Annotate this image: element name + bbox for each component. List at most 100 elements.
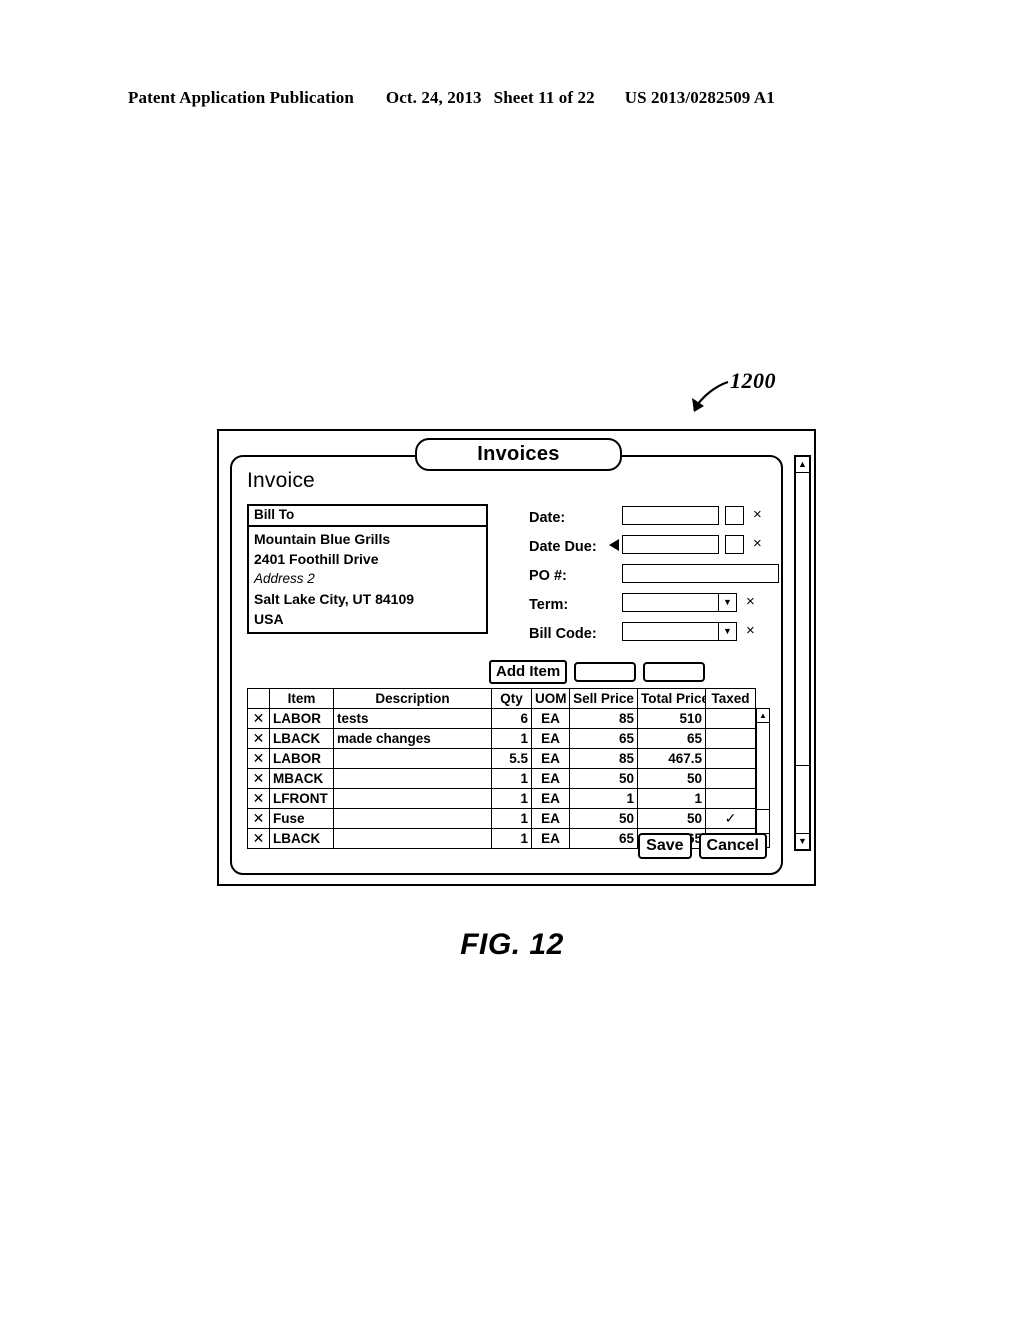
table-scroll-track[interactable] <box>757 723 769 833</box>
scroll-down-arrow-icon[interactable]: ▼ <box>796 833 809 849</box>
cell-uom: EA <box>531 808 570 829</box>
table-header-row: Item Description Qty UOM Sell Price Tota… <box>247 688 756 709</box>
date-clear-icon[interactable]: × <box>753 507 762 523</box>
close-icon[interactable]: ✕ <box>253 730 265 746</box>
save-button[interactable]: Save <box>638 833 692 859</box>
column-header-total-price[interactable]: Total Price <box>637 688 706 709</box>
column-header-qty[interactable]: Qty <box>491 688 532 709</box>
scroll-up-arrow-icon[interactable]: ▲ <box>796 457 809 473</box>
cell-qty: 1 <box>491 788 532 809</box>
column-header-sell-price[interactable]: Sell Price <box>569 688 638 709</box>
term-chevron-down-icon[interactable]: ▼ <box>718 593 737 612</box>
bill-to-line: USA <box>254 611 284 627</box>
page-title: Invoice <box>247 469 315 492</box>
close-icon[interactable]: ✕ <box>253 750 265 766</box>
date-due-input[interactable] <box>622 535 719 554</box>
term-clear-icon[interactable]: × <box>746 594 755 610</box>
bill-to-address-list: Mountain Blue Grills 2401 Foothill Drive… <box>249 527 486 632</box>
cell-sell-price: 50 <box>569 808 638 829</box>
cell-total-price: 50 <box>637 768 706 789</box>
date-due-label: Date Due: <box>529 538 597 555</box>
table-row[interactable]: ✕ LBACK made changes 1 EA 65 65 <box>247 728 756 749</box>
column-header-uom[interactable]: UOM <box>531 688 570 709</box>
publication-label: Patent Application Publication <box>128 88 354 107</box>
bill-code-label: Bill Code: <box>529 625 597 642</box>
tab-invoices-label: Invoices <box>477 443 560 465</box>
cell-description <box>333 788 492 809</box>
table-row[interactable]: ✕ LABOR tests 6 EA 85 510 <box>247 708 756 729</box>
window-vertical-scrollbar[interactable]: ▲ ▼ <box>794 455 811 851</box>
row-delete-button[interactable]: ✕ <box>247 708 270 729</box>
row-delete-button[interactable]: ✕ <box>247 728 270 749</box>
date-input[interactable] <box>622 506 719 525</box>
bill-to-line: Mountain Blue Grills <box>254 531 391 547</box>
items-table-scrollbar[interactable]: ▲ ▼ <box>756 708 770 848</box>
add-item-row: Add Item <box>489 660 706 684</box>
cell-sell-price: 65 <box>569 728 638 749</box>
cell-total-price: 65 <box>637 728 706 749</box>
cancel-button[interactable]: Cancel <box>698 833 767 859</box>
cell-total-price: 467.5 <box>637 748 706 769</box>
add-item-button[interactable]: Add Item <box>489 660 568 684</box>
close-icon[interactable]: ✕ <box>253 790 265 806</box>
row-delete-button[interactable]: ✕ <box>247 788 270 809</box>
column-header-item[interactable]: Item <box>269 688 334 709</box>
cell-item: LABOR <box>269 708 334 729</box>
tab-invoices[interactable]: Invoices <box>415 438 622 471</box>
invoice-window: Invoices ▲ ▼ Invoice Bill To Mountain Bl… <box>217 429 816 886</box>
table-scroll-up-arrow-icon[interactable]: ▲ <box>757 709 769 723</box>
window-scroll-thumb[interactable] <box>796 473 809 766</box>
callout-leader-arrow <box>692 380 729 412</box>
cell-taxed[interactable] <box>705 788 756 809</box>
cell-sell-price: 50 <box>569 768 638 789</box>
table-scroll-thumb[interactable] <box>757 723 769 810</box>
bill-code-clear-icon[interactable]: × <box>746 623 755 639</box>
bill-to-header: Bill To <box>249 506 486 527</box>
cell-taxed[interactable]: ✓ <box>705 808 756 829</box>
cell-total-price: 50 <box>637 808 706 829</box>
cell-item: LFRONT <box>269 788 334 809</box>
row-delete-button[interactable]: ✕ <box>247 828 270 849</box>
close-icon[interactable]: ✕ <box>253 710 265 726</box>
figure-label: FIG. 12 <box>460 928 564 961</box>
column-header-taxed[interactable]: Taxed <box>705 688 756 709</box>
window-scroll-track[interactable] <box>796 473 809 833</box>
table-row[interactable]: ✕ LFRONT 1 EA 1 1 <box>247 788 756 809</box>
cell-taxed[interactable] <box>705 748 756 769</box>
cell-qty: 1 <box>491 808 532 829</box>
date-due-row: Date Due: × <box>529 532 779 561</box>
cell-qty: 6 <box>491 708 532 729</box>
cell-description: made changes <box>333 728 492 749</box>
cell-taxed[interactable] <box>705 708 756 729</box>
date-due-checkbox[interactable] <box>725 535 744 554</box>
row-delete-button[interactable]: ✕ <box>247 808 270 829</box>
bill-code-chevron-down-icon[interactable]: ▼ <box>718 622 737 641</box>
cell-item: LBACK <box>269 728 334 749</box>
cell-total-price: 510 <box>637 708 706 729</box>
column-header-description[interactable]: Description <box>333 688 492 709</box>
invoice-form: Date: × Date Due: × PO #: Term: ▼ × Bill… <box>529 503 779 648</box>
po-number-row: PO #: <box>529 561 779 590</box>
cell-taxed[interactable] <box>705 728 756 749</box>
table-row[interactable]: ✕ MBACK 1 EA 50 50 <box>247 768 756 789</box>
cell-description <box>333 808 492 829</box>
cell-sell-price: 65 <box>569 828 638 849</box>
row-delete-button[interactable]: ✕ <box>247 748 270 769</box>
add-item-field-2[interactable] <box>643 662 706 682</box>
add-item-field-1[interactable] <box>574 662 637 682</box>
table-row[interactable]: ✕ Fuse 1 EA 50 50 ✓ <box>247 808 756 829</box>
row-delete-button[interactable]: ✕ <box>247 768 270 789</box>
close-icon[interactable]: ✕ <box>253 830 265 846</box>
cell-taxed[interactable] <box>705 768 756 789</box>
date-due-clear-icon[interactable]: × <box>753 536 762 552</box>
date-checkbox[interactable] <box>725 506 744 525</box>
close-icon[interactable]: ✕ <box>253 810 265 826</box>
table-row[interactable]: ✕ LABOR 5.5 EA 85 467.5 <box>247 748 756 769</box>
bill-to-line: Salt Lake City, UT 84109 <box>254 591 415 607</box>
cell-uom: EA <box>531 748 570 769</box>
cell-description: tests <box>333 708 492 729</box>
close-icon[interactable]: ✕ <box>253 770 265 786</box>
bill-to-panel[interactable]: Bill To Mountain Blue Grills 2401 Foothi… <box>247 504 488 634</box>
po-number-input[interactable] <box>622 564 779 583</box>
items-table-container: Item Description Qty UOM Sell Price Tota… <box>247 688 770 849</box>
